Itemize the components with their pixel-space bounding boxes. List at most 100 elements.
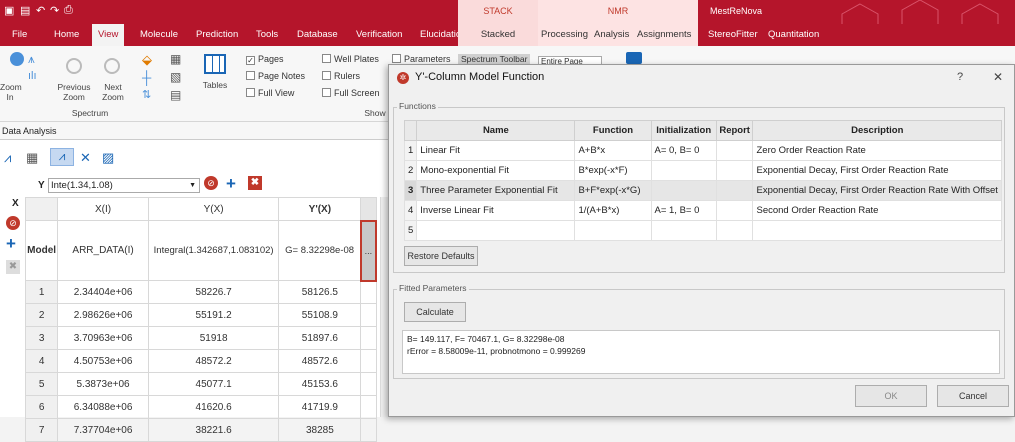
tab-assignments[interactable]: Assignments	[637, 24, 691, 46]
function-name[interactable]: Linear Fit	[416, 140, 576, 161]
cell-yprime[interactable]: 51897.6	[278, 326, 362, 350]
tab-stereofitter[interactable]: StereoFitter	[708, 24, 758, 46]
chart-icon[interactable]: ▨	[102, 150, 114, 166]
cell-y[interactable]: 51918	[147, 326, 280, 350]
ok-button[interactable]: OK	[855, 385, 927, 407]
cell-x[interactable]: 5.3873e+06	[57, 372, 149, 396]
function-expression[interactable]: A+B*x	[574, 140, 652, 161]
cell-y[interactable]: 58226.7	[147, 280, 280, 304]
close-button[interactable]: ✕	[993, 70, 1003, 84]
function-row[interactable]: 4 Inverse Linear Fit 1/(A+B*x) A= 1, B= 0 Se…	[403, 200, 1002, 221]
column-header-report[interactable]: Report	[715, 120, 754, 141]
cell-y[interactable]: 45077.1	[147, 372, 280, 396]
model-function-button[interactable]: ...	[359, 219, 378, 282]
function-report[interactable]	[715, 140, 754, 161]
function-description[interactable]: Zero Order Reaction Rate	[752, 140, 1002, 161]
function-row[interactable]: 5	[403, 220, 1002, 241]
delete-icon[interactable]: ✖	[248, 176, 262, 190]
full-screen-checkbox[interactable]: Full Screen	[322, 88, 380, 98]
table-icon[interactable]: ▦	[26, 150, 38, 166]
peaks-icon[interactable]: ⩚	[28, 52, 44, 66]
help-button[interactable]: ?	[957, 71, 963, 83]
cell-yprime[interactable]: 38285	[278, 418, 362, 442]
cell-y[interactable]: 38221.6	[147, 418, 280, 442]
next-zoom-button[interactable]: Next Zoom	[98, 82, 128, 102]
cell-y[interactable]: 41620.6	[147, 395, 280, 419]
options-icon[interactable]: ⊘	[6, 216, 20, 230]
spectrum-toolbar-button[interactable]: Spectrum Toolbar	[458, 54, 531, 64]
function-description[interactable]	[752, 220, 1002, 241]
function-description[interactable]: Exponential Decay, First Order Reaction …	[752, 180, 1002, 201]
model-y-cell[interactable]: Integral(1.342687,1.083102)	[147, 220, 280, 281]
tab-molecule[interactable]: Molecule	[140, 24, 178, 46]
cell-yprime[interactable]: 45153.6	[278, 372, 362, 396]
column-header-x[interactable]: X(I)	[57, 197, 149, 221]
tab-quantitation[interactable]: Quantitation	[768, 24, 819, 46]
options-icon[interactable]: ⊘	[204, 176, 218, 190]
function-expression[interactable]: B*exp(-x*F)	[574, 160, 652, 181]
tab-home[interactable]: Home	[54, 24, 79, 46]
function-row-selected[interactable]: 3 Three Parameter Exponential Fit B+F*exp(…	[403, 180, 1002, 201]
cell-y[interactable]: 55191.2	[147, 303, 280, 327]
tab-database[interactable]: Database	[297, 24, 338, 46]
function-report[interactable]	[715, 180, 754, 201]
function-name[interactable]	[416, 220, 576, 241]
tab-verification[interactable]: Verification	[356, 24, 402, 46]
y-formula-combobox[interactable]: Inte(1.34,1.08) ▼	[48, 178, 200, 193]
graph-icon[interactable]: ⩘	[50, 148, 74, 166]
function-report[interactable]	[715, 200, 754, 221]
cell-yprime[interactable]: 58126.5	[278, 280, 362, 304]
function-name[interactable]: Mono-exponential Fit	[416, 160, 576, 181]
restore-defaults-button[interactable]: Restore Defaults	[404, 246, 478, 266]
bars-icon[interactable]: ılı	[28, 70, 44, 84]
column-header-function[interactable]: Function	[574, 120, 652, 141]
cell-x[interactable]: 6.34088e+06	[57, 395, 149, 419]
column-header-yprime[interactable]: Y'(X)	[278, 197, 362, 221]
layers-icon[interactable]: ⬙	[142, 52, 152, 68]
function-report[interactable]	[715, 220, 754, 241]
scale-icon[interactable]: ⇅	[142, 88, 151, 101]
delete-icon[interactable]: ✖	[6, 260, 20, 274]
add-icon[interactable]: +	[226, 174, 236, 194]
function-initialization[interactable]: A= 1, B= 0	[650, 200, 717, 221]
redo-icon[interactable]: ↷	[50, 4, 59, 17]
function-name[interactable]: Three Parameter Exponential Fit	[416, 180, 576, 201]
page-notes-checkbox[interactable]: Page Notes	[246, 71, 305, 81]
tab-analysis[interactable]: Analysis	[594, 24, 629, 46]
layout-icon[interactable]: ▧	[170, 70, 181, 84]
column-header-description[interactable]: Description	[752, 120, 1002, 141]
cell-y[interactable]: 48572.2	[147, 349, 280, 373]
function-row[interactable]: 1 Linear Fit A+B*x A= 0, B= 0 Zero Order Rea…	[403, 140, 1002, 161]
model-yprime-cell[interactable]: G= 8.32298e-08	[278, 220, 362, 281]
function-initialization[interactable]: A= 0, B= 0	[650, 140, 717, 161]
pages-checkbox[interactable]: ✓ Pages	[246, 54, 284, 65]
cell-x[interactable]: 7.37704e+06	[57, 418, 149, 442]
tab-tools[interactable]: Tools	[256, 24, 278, 46]
calculate-button[interactable]: Calculate	[404, 302, 466, 322]
cell-x[interactable]: 2.98626e+06	[57, 303, 149, 327]
cell-x[interactable]: 4.50753e+06	[57, 349, 149, 373]
column-header-name[interactable]: Name	[416, 120, 576, 141]
undo-icon[interactable]: ↶	[36, 4, 45, 17]
zoom-in-button[interactable]: Zoom In	[0, 82, 22, 102]
model-x-cell[interactable]: ARR_DATA(I)	[57, 220, 149, 281]
function-expression[interactable]: B+F*exp(-x*G)	[574, 180, 652, 201]
monitor-icon[interactable]	[626, 52, 642, 64]
parameters-checkbox[interactable]: Parameters	[392, 54, 451, 64]
cell-yprime[interactable]: 55108.9	[278, 303, 362, 327]
cell-yprime[interactable]: 48572.6	[278, 349, 362, 373]
tab-prediction[interactable]: Prediction	[196, 24, 238, 46]
function-name[interactable]: Inverse Linear Fit	[416, 200, 576, 221]
tools-icon[interactable]: ✕	[80, 150, 91, 166]
tables-button[interactable]: Tables	[198, 80, 232, 90]
full-view-checkbox[interactable]: Full View	[246, 88, 294, 98]
rulers-checkbox[interactable]: Rulers	[322, 71, 360, 81]
function-expression[interactable]: 1/(A+B*x)	[574, 200, 652, 221]
cell-yprime[interactable]: 41719.9	[278, 395, 362, 419]
fit-results-textbox[interactable]: B= 149.117, F= 70467.1, G= 8.32298e-08 r…	[402, 330, 1000, 374]
add-icon[interactable]: +	[6, 234, 16, 254]
fid-icon[interactable]: ⩘	[4, 150, 11, 166]
cell-x[interactable]: 3.70963e+06	[57, 326, 149, 350]
function-initialization[interactable]	[650, 160, 717, 181]
cell-x[interactable]: 2.34404e+06	[57, 280, 149, 304]
